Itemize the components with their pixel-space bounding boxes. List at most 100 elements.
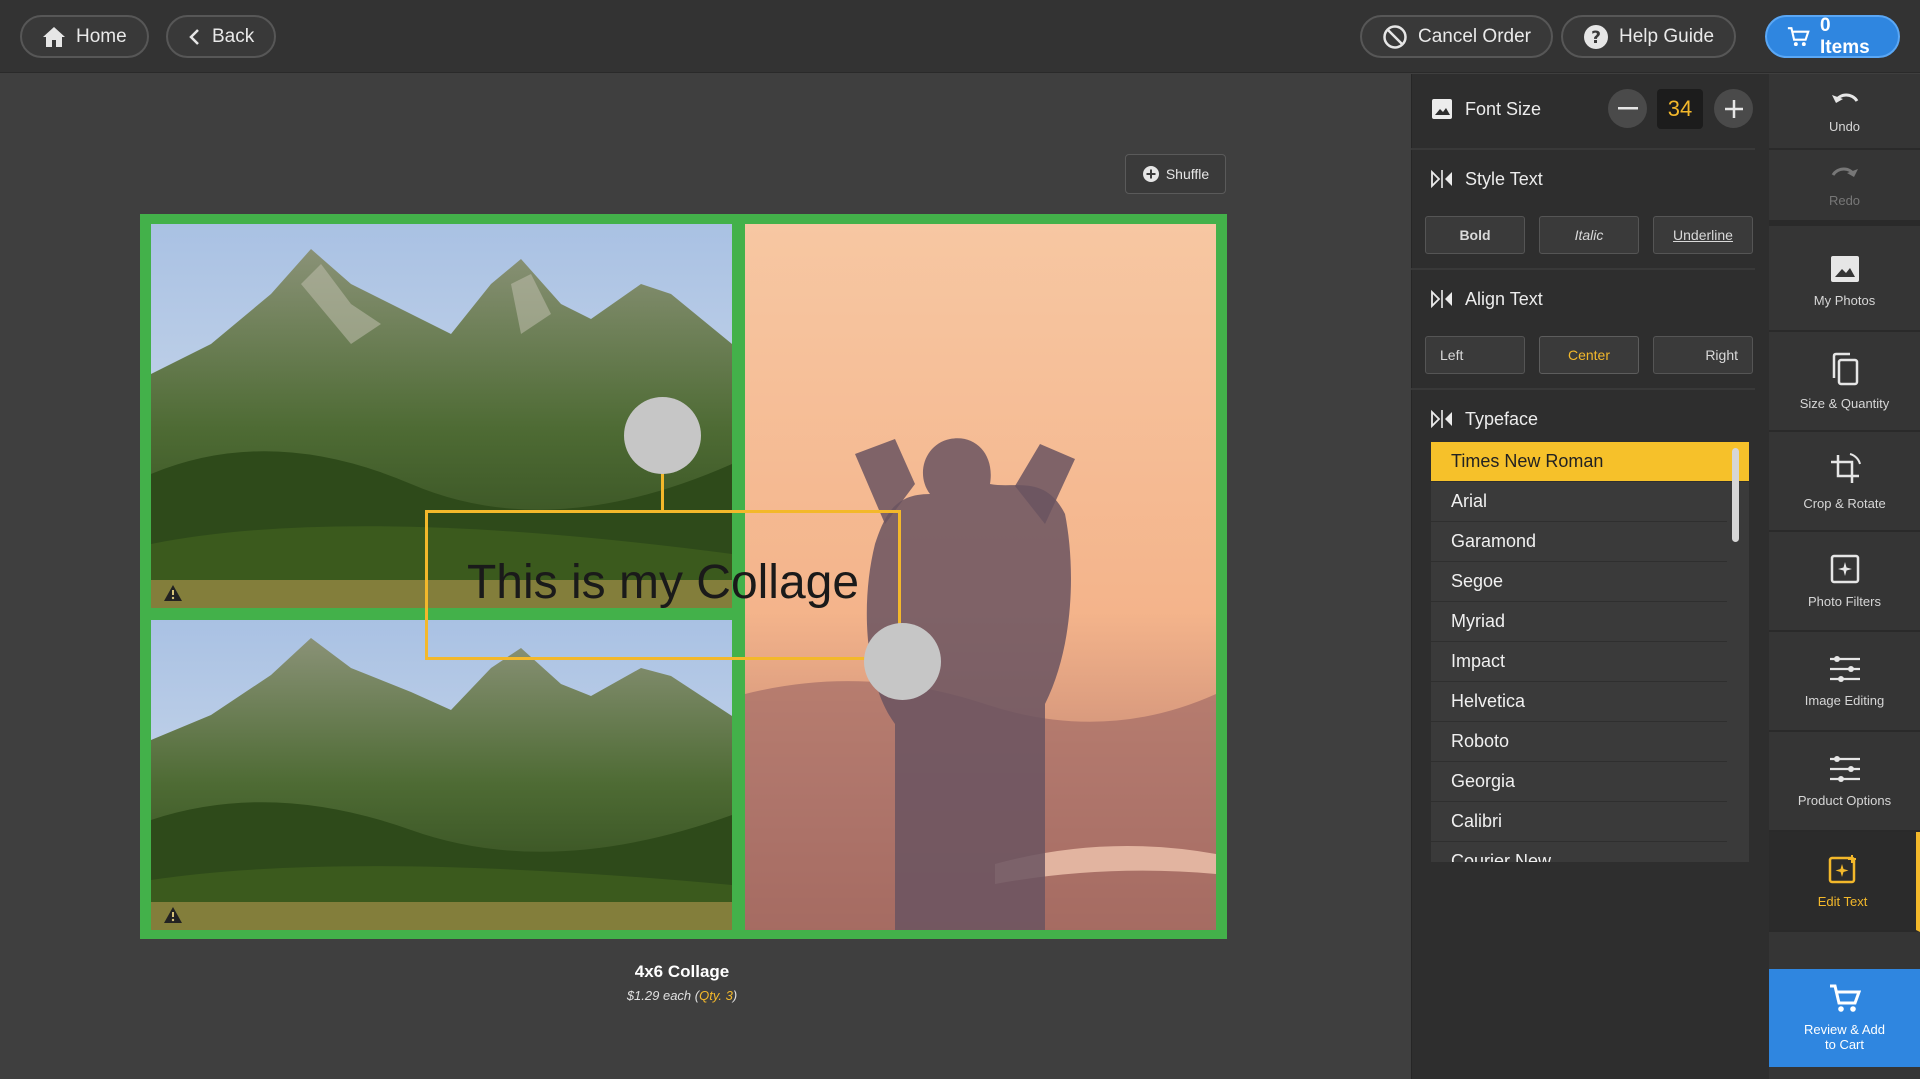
typeface-option[interactable]: Courier New xyxy=(1431,842,1727,862)
font-size-label: Font Size xyxy=(1465,98,1542,119)
rotate-connector xyxy=(661,472,664,512)
size-quantity-button[interactable]: Size & Quantity xyxy=(1769,332,1920,432)
edit-text-icon xyxy=(1828,854,1856,883)
shuffle-button[interactable]: Shuffle xyxy=(1125,154,1226,194)
photo-icon xyxy=(1830,255,1859,282)
plus-circle-icon xyxy=(1142,166,1159,182)
typeface-list[interactable]: Times New Roman Arial Garamond Segoe Myr… xyxy=(1431,442,1749,862)
crop-rotate-button[interactable]: Crop & Rotate xyxy=(1769,432,1920,532)
top-bar: Home Back Cancel Order ? Help Guide 0 It… xyxy=(0,0,1920,73)
price-prefix: $1.29 each ( xyxy=(626,988,700,1003)
undo-icon xyxy=(1831,93,1858,103)
divider xyxy=(1411,148,1755,150)
align-text-row: Align Text xyxy=(1431,284,1775,314)
sliders-icon xyxy=(1829,755,1860,782)
my-photos-button[interactable]: My Photos xyxy=(1769,232,1920,332)
typeface-option[interactable]: Segoe xyxy=(1431,562,1727,602)
typeface-label: Typeface xyxy=(1465,408,1539,429)
align-text-label: Align Text xyxy=(1465,288,1543,309)
bold-button[interactable]: Bold xyxy=(1425,216,1525,254)
product-options-label: Product Options xyxy=(1797,792,1892,808)
typeface-option[interactable]: Roboto xyxy=(1431,722,1727,762)
quantity-link[interactable]: Qty. 3 xyxy=(699,988,733,1003)
align-center-button[interactable]: Center xyxy=(1539,336,1639,374)
cancel-order-label: Cancel Order xyxy=(1418,25,1531,47)
typeface-option[interactable]: Calibri xyxy=(1431,802,1727,842)
collage-photo-mountain-bottom[interactable] xyxy=(151,620,732,930)
shuffle-label: Shuffle xyxy=(1165,166,1210,182)
underline-button[interactable]: Underline xyxy=(1653,216,1753,254)
cancel-icon xyxy=(1383,24,1407,49)
image-editing-label: Image Editing xyxy=(1804,692,1885,708)
warning-icon xyxy=(164,907,182,923)
collapse-icon xyxy=(1431,289,1452,309)
home-label: Home xyxy=(76,25,127,47)
typeface-option[interactable]: Arial xyxy=(1431,482,1727,522)
sliders-icon xyxy=(1829,655,1860,682)
product-price: $1.29 each (Qty. 3) xyxy=(440,988,924,1003)
chevron-left-icon xyxy=(189,28,199,45)
help-icon: ? xyxy=(1584,24,1608,49)
copies-icon xyxy=(1832,352,1858,385)
my-photos-label: My Photos xyxy=(1813,292,1876,308)
cart-count: 0 Items xyxy=(1820,14,1870,58)
cart-button[interactable]: 0 Items xyxy=(1765,15,1900,58)
image-editing-button[interactable]: Image Editing xyxy=(1769,632,1920,732)
collapse-icon xyxy=(1431,169,1452,189)
mountain-image xyxy=(151,620,732,930)
typeface-option[interactable]: Myriad xyxy=(1431,602,1727,642)
typeface-option[interactable]: Georgia xyxy=(1431,762,1727,802)
cart-icon xyxy=(1829,984,1861,1012)
review-cart-label-line2: to Cart xyxy=(1824,1037,1864,1052)
style-text-label: Style Text xyxy=(1465,168,1543,189)
product-title: 4x6 Collage xyxy=(634,962,730,981)
edit-text-label: Edit Text xyxy=(1817,893,1868,909)
filter-icon xyxy=(1830,554,1859,583)
cart-icon xyxy=(1787,26,1810,46)
font-size-increase-button[interactable] xyxy=(1714,89,1753,128)
typeface-option[interactable]: Garamond xyxy=(1431,522,1727,562)
photo-filters-label: Photo Filters xyxy=(1808,593,1881,609)
undo-label: Undo xyxy=(1828,118,1861,134)
plus-icon xyxy=(1724,99,1743,118)
home-icon xyxy=(43,26,65,47)
price-suffix: ) xyxy=(732,988,738,1003)
typeface-option[interactable]: Helvetica xyxy=(1431,682,1727,722)
resize-handle[interactable] xyxy=(864,623,941,700)
back-label: Back xyxy=(212,25,255,47)
home-button[interactable]: Home xyxy=(20,15,149,58)
minus-icon xyxy=(1617,106,1638,109)
align-left-button[interactable]: Left xyxy=(1425,336,1525,374)
photo-filters-button[interactable]: Photo Filters xyxy=(1769,532,1920,632)
product-options-button[interactable]: Product Options xyxy=(1769,732,1920,832)
image-icon xyxy=(1432,99,1452,119)
help-guide-button[interactable]: ? Help Guide xyxy=(1561,15,1737,58)
collapse-icon xyxy=(1431,409,1452,429)
undo-button[interactable]: Undo xyxy=(1769,74,1920,150)
crop-rotate-label: Crop & Rotate xyxy=(1803,495,1886,511)
edit-text-button[interactable]: Edit Text xyxy=(1769,832,1920,932)
typeface-option[interactable]: Impact xyxy=(1431,642,1727,682)
font-size-value[interactable]: 34 xyxy=(1657,89,1703,129)
redo-label: Redo xyxy=(1828,192,1861,208)
redo-icon xyxy=(1831,167,1858,177)
rotate-handle[interactable] xyxy=(624,397,701,474)
divider xyxy=(1411,268,1755,270)
svg-text:?: ? xyxy=(1591,28,1601,48)
font-size-decrease-button[interactable] xyxy=(1608,89,1647,128)
align-right-button[interactable]: Right xyxy=(1653,336,1753,374)
help-guide-label: Help Guide xyxy=(1619,25,1715,47)
style-text-row: Style Text xyxy=(1431,164,1775,194)
review-add-to-cart-button[interactable]: Review & Add to Cart xyxy=(1769,969,1920,1067)
collage-text[interactable]: This is my Collage xyxy=(425,555,901,610)
review-cart-label-line1: Review & Add xyxy=(1804,1022,1885,1037)
typeface-row: Typeface xyxy=(1431,404,1775,434)
cancel-order-button[interactable]: Cancel Order xyxy=(1360,15,1553,58)
back-button[interactable]: Back xyxy=(166,15,277,58)
crop-rotate-icon xyxy=(1830,452,1861,483)
typeface-scrollbar[interactable] xyxy=(1732,448,1739,542)
redo-button[interactable]: Redo xyxy=(1769,150,1920,226)
typeface-option[interactable]: Times New Roman xyxy=(1431,442,1749,482)
italic-button[interactable]: Italic xyxy=(1539,216,1639,254)
warning-icon xyxy=(164,585,182,601)
